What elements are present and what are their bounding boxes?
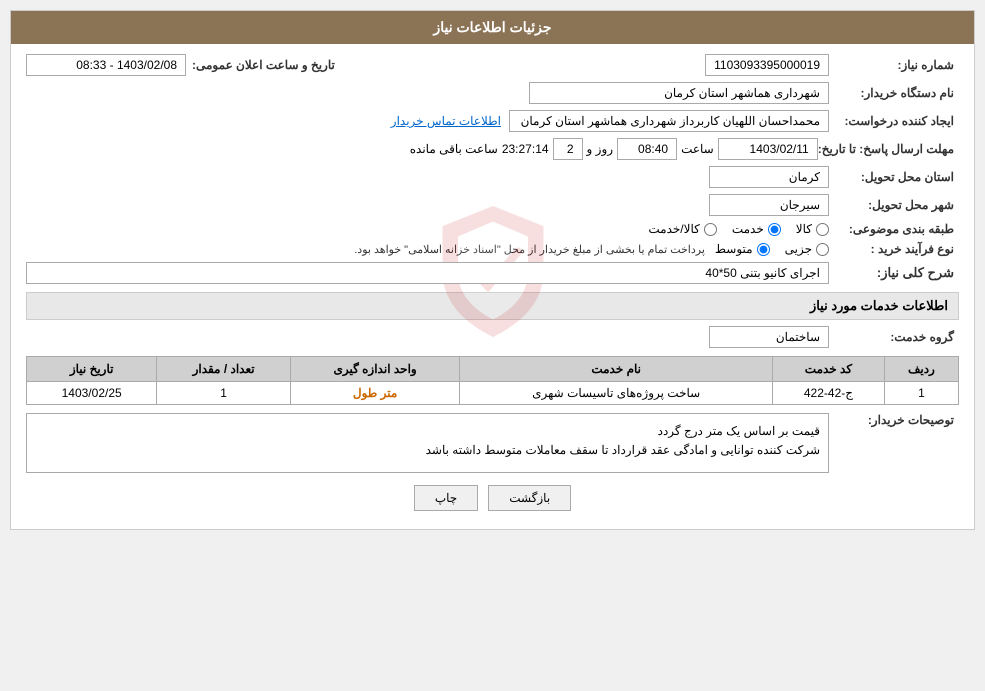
- group-row: گروه خدمت: ساختمان: [26, 326, 959, 348]
- shomara-text: 1103093395000019: [714, 58, 820, 72]
- col-vahed: واحد اندازه گیری: [290, 357, 459, 382]
- mohlat-mande-value: 23:27:14: [498, 142, 553, 156]
- shahr-value-box: سیرجان: [709, 194, 829, 216]
- tabaqe-radio-group: کالا خدمت کالا/خدمت: [648, 222, 829, 236]
- btn-back[interactable]: بازگشت: [488, 485, 571, 511]
- tawsif-label: توصیحات خریدار:: [829, 413, 959, 427]
- tabaqe-label: طبقه بندی موضوعی:: [829, 222, 959, 236]
- col-tedad: تعداد / مقدار: [157, 357, 291, 382]
- nooe-label: نوع فرآیند خرید :: [829, 242, 959, 256]
- shahr-label: شهر محل تحویل:: [829, 198, 959, 212]
- shomara-label: شماره نیاز:: [829, 58, 959, 72]
- sharh-row: شرح کلی نیاز: اجرای کانیو بتنی 50*40: [26, 262, 959, 284]
- nooe-motasat-radio[interactable]: [757, 243, 770, 256]
- tabaqe-row: طبقه بندی موضوعی: کالا خدمت کالا/خدمت: [26, 222, 959, 236]
- col-kod: کد خدمت: [773, 357, 885, 382]
- tabaqe-kala-khedmat-radio[interactable]: [704, 223, 717, 236]
- group-text: ساختمان: [776, 330, 820, 344]
- shahr-row: شهر محل تحویل: سیرجان: [26, 194, 959, 216]
- cell-tarikh: 1403/02/25: [27, 382, 157, 405]
- nooe-radio-group: جزیی متوسط: [715, 242, 829, 256]
- nam-dastgah-text: شهرداری هماشهر استان کرمان: [664, 86, 820, 100]
- tabaqe-kala-label: کالا: [796, 222, 812, 236]
- content-area: شماره نیاز: 1103093395000019 تاریخ و ساع…: [11, 44, 974, 529]
- services-table-section: ردیف کد خدمت نام خدمت واحد اندازه گیری ت…: [26, 356, 959, 405]
- tabaqe-kala-khedmat-label: کالا/خدمت: [648, 222, 699, 236]
- cell-tedad: 1: [157, 382, 291, 405]
- service-section-text: اطلاعات خدمات مورد نیاز: [810, 298, 948, 313]
- nam-dastgah-label: نام دستگاه خریدار:: [829, 86, 959, 100]
- mohlat-saat-label: ساعت: [677, 142, 718, 156]
- group-value-box: ساختمان: [709, 326, 829, 348]
- mohlat-rooz-text: 2: [567, 142, 574, 156]
- mohlat-saat-text: 08:40: [638, 142, 668, 156]
- tarikh-value-box: 1403/02/08 - 08:33: [26, 54, 186, 76]
- sharh-text: اجرای کانیو بتنی 50*40: [705, 266, 820, 280]
- mohlat-rooz-label: روز و: [583, 142, 618, 156]
- mohlat-date-box: 1403/02/11: [718, 138, 818, 160]
- table-row: 1 ج-42-422 ساخت پروژه‌های تاسیسات شهری م…: [27, 382, 959, 405]
- tawsif-desc-box: قیمت بر اساس یک متر درج گردد شرکت کننده …: [26, 413, 829, 473]
- mohlat-mande-label: ساعت باقی مانده: [410, 142, 498, 156]
- nooe-motasat-item: متوسط: [715, 242, 770, 256]
- tabaqe-khedmat-label: خدمت: [732, 222, 764, 236]
- group-label: گروه خدمت:: [829, 330, 959, 344]
- tawsif-row: توصیحات خریدار: قیمت بر اساس یک متر درج …: [26, 413, 959, 473]
- mohlat-rooz-box: 2: [553, 138, 583, 160]
- tarikh-label: تاریخ و ساعت اعلان عمومی:: [186, 58, 340, 72]
- cell-kod: ج-42-422: [773, 382, 885, 405]
- ijad-text: محمداحسان اللهیان کاربرداز شهرداری هماشه…: [521, 114, 820, 128]
- shomara-value: 1103093395000019: [705, 54, 829, 76]
- mohlat-row: مهلت ارسال پاسخ: تا تاریخ: 1403/02/11 سا…: [26, 138, 959, 160]
- ijad-row: ایجاد کننده درخواست: محمداحسان اللهیان ک…: [26, 110, 959, 132]
- ostan-value-box: کرمان: [709, 166, 829, 188]
- tabaqe-kala-khedmat-item: کالا/خدمت: [648, 222, 716, 236]
- col-radif: ردیف: [884, 357, 958, 382]
- page-title: جزئیات اطلاعات نیاز: [433, 19, 551, 35]
- sharh-value-box: اجرای کانیو بتنی 50*40: [26, 262, 829, 284]
- tawsif-line1: قیمت بر اساس یک متر درج گردد: [35, 422, 820, 441]
- main-card: جزئیات اطلاعات نیاز شماره نیاز: 11030933…: [10, 10, 975, 530]
- tawsif-line2: شرکت کننده توانایی و امادگی عقد قرارداد …: [35, 441, 820, 460]
- tabaqe-kala-radio[interactable]: [816, 223, 829, 236]
- nooe-row: نوع فرآیند خرید : جزیی متوسط پرداخت تمام…: [26, 242, 959, 256]
- services-table: ردیف کد خدمت نام خدمت واحد اندازه گیری ت…: [26, 356, 959, 405]
- nooe-jozi-radio[interactable]: [816, 243, 829, 256]
- tarikh-text: 1403/02/08 - 08:33: [76, 58, 177, 72]
- btn-print[interactable]: چاپ: [414, 485, 478, 511]
- tabaqe-khedmat-item: خدمت: [732, 222, 781, 236]
- nooe-note: پرداخت تمام یا بخشی از مبلغ خریدار از مح…: [354, 243, 715, 256]
- nam-dastgah-row: نام دستگاه خریدار: شهرداری هماشهر استان …: [26, 82, 959, 104]
- page-wrapper: جزئیات اطلاعات نیاز شماره نیاز: 11030933…: [0, 0, 985, 691]
- col-tarikh: تاریخ نیاز: [27, 357, 157, 382]
- ostan-row: استان محل تحویل: کرمان: [26, 166, 959, 188]
- mohlat-saat-box: 08:40: [617, 138, 677, 160]
- nooe-motasat-label: متوسط: [715, 242, 753, 256]
- shahr-text: سیرجان: [780, 198, 820, 212]
- shomara-row: شماره نیاز: 1103093395000019 تاریخ و ساع…: [26, 54, 959, 76]
- cell-vahed: متر طول: [290, 382, 459, 405]
- tamas-link[interactable]: اطلاعات تماس خریدار: [391, 114, 501, 128]
- tabaqe-kala-item: کالا: [796, 222, 829, 236]
- sharh-section-label: شرح کلی نیاز:: [829, 265, 959, 281]
- ijad-value-box: محمداحسان اللهیان کاربرداز شهرداری هماشه…: [509, 110, 829, 132]
- nooe-jozi-item: جزیی: [785, 242, 829, 256]
- ostan-label: استان محل تحویل:: [829, 170, 959, 184]
- button-row: بازگشت چاپ: [26, 485, 959, 511]
- header-bar: جزئیات اطلاعات نیاز: [11, 11, 974, 44]
- cell-radif: 1: [884, 382, 958, 405]
- tabaqe-khedmat-radio[interactable]: [768, 223, 781, 236]
- nooe-jozi-label: جزیی: [785, 242, 812, 256]
- cell-nam: ساخت پروژه‌های تاسیسات شهری: [460, 382, 773, 405]
- mohlat-date-text: 1403/02/11: [750, 142, 809, 156]
- service-section-header: اطلاعات خدمات مورد نیاز: [26, 292, 959, 320]
- mohlat-label: مهلت ارسال پاسخ: تا تاریخ:: [818, 142, 959, 156]
- nam-dastgah-value-box: شهرداری هماشهر استان کرمان: [529, 82, 829, 104]
- col-nam: نام خدمت: [460, 357, 773, 382]
- ijad-label: ایجاد کننده درخواست:: [829, 114, 959, 128]
- ostan-text: کرمان: [789, 170, 820, 184]
